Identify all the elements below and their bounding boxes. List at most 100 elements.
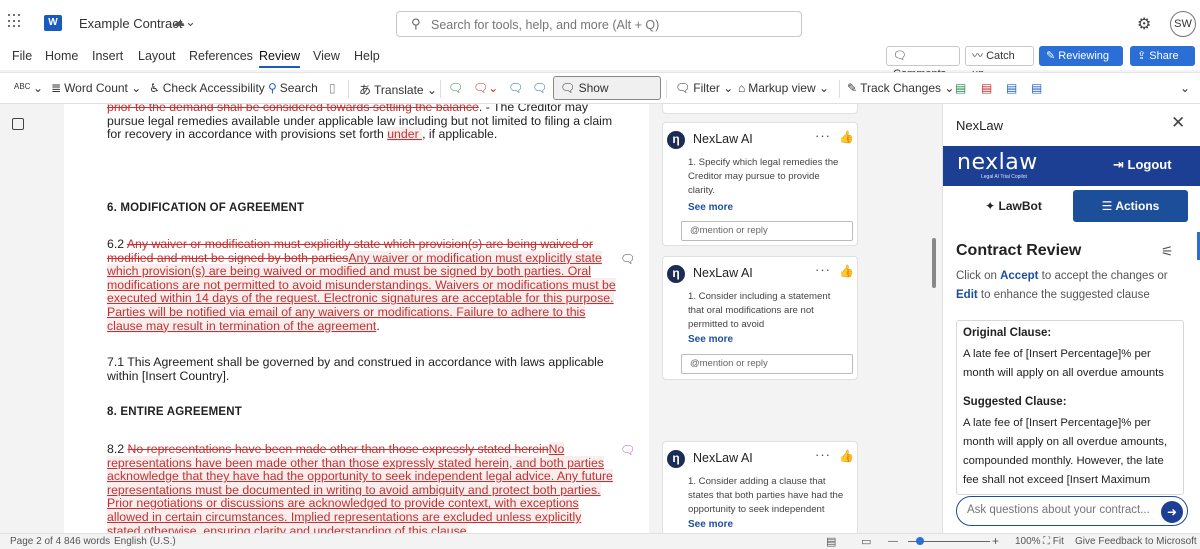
markup-view-button[interactable]: ⌂ Markup view ⌄ [738, 81, 829, 95]
web-layout-icon[interactable]: ▭ [861, 535, 871, 548]
comment-author: NexLaw AI [693, 132, 753, 146]
comment-card-partial[interactable] [662, 104, 858, 114]
paragraph-8-2[interactable]: 8.2 No representations have been made ot… [107, 442, 617, 533]
language[interactable]: English (U.S.) [114, 536, 176, 547]
settings-gear-icon[interactable]: ⚙ [1137, 14, 1151, 34]
show-comments-button[interactable]: 🗨 Show Comments [553, 76, 661, 117]
zoom-slider-thumb[interactable] [916, 537, 925, 545]
see-more-link[interactable]: See more [688, 519, 733, 530]
like-icon[interactable]: 👍 [839, 130, 854, 144]
tab-home[interactable]: Home [45, 49, 78, 63]
filter-button[interactable]: 🗨 Filter ⌄ [675, 81, 733, 95]
comments-pane: η NexLaw AI ··· 👍 1. Specify which legal… [650, 104, 940, 533]
next-change-icon[interactable]: ▤ [1031, 81, 1042, 95]
reject-change-icon[interactable]: ▤ [981, 81, 992, 95]
previous-change-icon[interactable]: ▤ [1006, 81, 1017, 95]
catch-up-button[interactable]: 〰 Catch up [965, 46, 1034, 80]
comment-card[interactable]: η NexLaw AI ··· 👍 1. Consider adding a c… [662, 441, 858, 533]
heading-entire-agreement[interactable]: 8. ENTIRE AGREEMENT [107, 406, 617, 420]
like-icon[interactable]: 👍 [839, 449, 854, 463]
more-options-icon[interactable]: ··· [815, 447, 831, 462]
fit-button[interactable]: ⛶ Fit [1043, 536, 1064, 547]
chevron-down-icon: ⌄ [719, 81, 734, 95]
logout-button[interactable]: ⇥ Logout [1113, 157, 1172, 173]
word-icon[interactable]: W [44, 15, 62, 31]
check-accessibility-button[interactable]: ♿ Check Accessibility [149, 81, 265, 95]
nexlaw-avatar: η [667, 131, 685, 149]
document-scrollbar[interactable] [932, 238, 936, 288]
tab-lawbot-label: LawBot [998, 199, 1042, 213]
comment-marker-icon[interactable]: 🗨 [620, 252, 635, 266]
edit-keyword: Edit [956, 289, 978, 301]
more-options-icon[interactable]: ··· [815, 128, 831, 143]
tab-layout[interactable]: Layout [138, 49, 176, 63]
paragraph-6-2[interactable]: 6.2 Any waiver or modification must expl… [107, 237, 617, 333]
zoom-in-icon[interactable]: + [992, 534, 999, 548]
comment-marker-icon[interactable]: 🗨 [620, 443, 635, 457]
paragraph-remedies[interactable]: prior to the demand shall be considered … [107, 104, 617, 142]
next-comment-icon[interactable]: 🗨 [532, 81, 547, 95]
zoom-out-icon[interactable]: — [888, 536, 898, 547]
chevron-down-icon[interactable]: ⌄ [33, 81, 43, 95]
tab-lawbot[interactable]: ✦ LawBot [956, 190, 1071, 222]
tab-help[interactable]: Help [354, 49, 380, 63]
translate-button[interactable]: あ Translate ⌄ [359, 81, 437, 98]
document-page[interactable]: prior to the demand shall be considered … [64, 104, 649, 533]
feedback-link[interactable]: Give Feedback to Microsoft [1075, 536, 1197, 547]
track-changes-button[interactable]: ✎ Track Changes ⌄ [847, 81, 954, 95]
cloud-sync-icon[interactable]: ☁⌄ [172, 14, 196, 30]
translate-icon: あ [359, 83, 372, 97]
more-options-icon[interactable]: ··· [815, 262, 831, 277]
nexlaw-addin-panel: NexLaw ✕ nexlaw Legal AI Trial Copilot ⇥… [942, 104, 1200, 533]
title-bar: W Example Contract ☁⌄ ⚲ ⚙ SW [0, 0, 1200, 46]
heading-modification[interactable]: 6. MODIFICATION OF AGREEMENT [107, 202, 617, 216]
previous-comment-icon[interactable]: 🗨 [508, 81, 523, 95]
ribbon-divider [666, 80, 667, 98]
tab-review[interactable]: Review [259, 49, 300, 68]
word-count-button[interactable]: ≣ Word Count ⌄ [51, 81, 141, 95]
tab-view[interactable]: View [313, 49, 340, 63]
tab-actions[interactable]: ☰ Actions [1073, 190, 1188, 222]
navigation-pane-icon[interactable] [12, 118, 24, 130]
track-changes-icon: ✎ [847, 81, 858, 95]
original-clause-text: A late fee of [Insert Percentage]% per m… [963, 348, 1164, 379]
catch-up-icon: 〰 [972, 50, 987, 62]
paragraph-7-1[interactable]: 7.1 This Agreement shall be governed by … [107, 355, 617, 383]
user-avatar[interactable]: SW [1170, 11, 1196, 37]
app-launcher-icon[interactable] [8, 14, 22, 28]
accept-change-icon[interactable]: ▤ [955, 81, 966, 95]
print-layout-icon[interactable]: ▤ [826, 535, 836, 548]
comment-card[interactable]: η NexLaw AI ··· 👍 1. Consider including … [662, 256, 858, 380]
ribbon-expand-chevron-icon[interactable]: ⌄ [1180, 81, 1190, 95]
filter-settings-icon[interactable]: ⚟ [1161, 243, 1174, 260]
document-icon[interactable]: ▯ [329, 81, 336, 95]
tab-file[interactable]: File [12, 49, 32, 63]
zoom-level[interactable]: 100% [1015, 536, 1041, 547]
like-icon[interactable]: 👍 [839, 264, 854, 278]
ask-question-box[interactable]: ➜ [956, 496, 1188, 526]
search-box[interactable]: ⚲ [396, 11, 802, 37]
close-icon[interactable]: ✕ [1171, 113, 1185, 133]
document-title[interactable]: Example Contract [79, 16, 182, 31]
new-comment-icon[interactable]: 🗨 [448, 81, 463, 95]
reviewing-button[interactable]: ✎ Reviewing ⌄ [1039, 46, 1123, 80]
search-input[interactable] [431, 16, 791, 33]
tab-insert[interactable]: Insert [92, 49, 123, 63]
translate-label: Translate [374, 83, 424, 97]
word-count[interactable]: 846 words [64, 536, 110, 547]
share-button[interactable]: ⇪ Share ⌄ [1130, 46, 1195, 80]
comments-button[interactable]: 🗨 Comments [886, 46, 960, 80]
reply-input[interactable]: @mention or reply [681, 221, 853, 241]
ask-question-input[interactable] [967, 504, 1157, 516]
send-arrow-icon[interactable]: ➜ [1161, 501, 1183, 523]
see-more-link[interactable]: See more [688, 202, 733, 213]
comment-card[interactable]: η NexLaw AI ··· 👍 1. Specify which legal… [662, 122, 858, 246]
instructions-text: Click on [956, 270, 1001, 282]
search-button[interactable]: ⚲ Search [268, 81, 318, 95]
tab-references[interactable]: References [189, 49, 253, 63]
page-count[interactable]: Page 2 of 4 [10, 536, 61, 547]
delete-comment-icon[interactable]: 🗨⌄ [473, 81, 498, 95]
spelling-abc-icon[interactable]: ABC [14, 82, 30, 91]
see-more-link[interactable]: See more [688, 334, 733, 345]
reply-input[interactable]: @mention or reply [681, 354, 853, 374]
